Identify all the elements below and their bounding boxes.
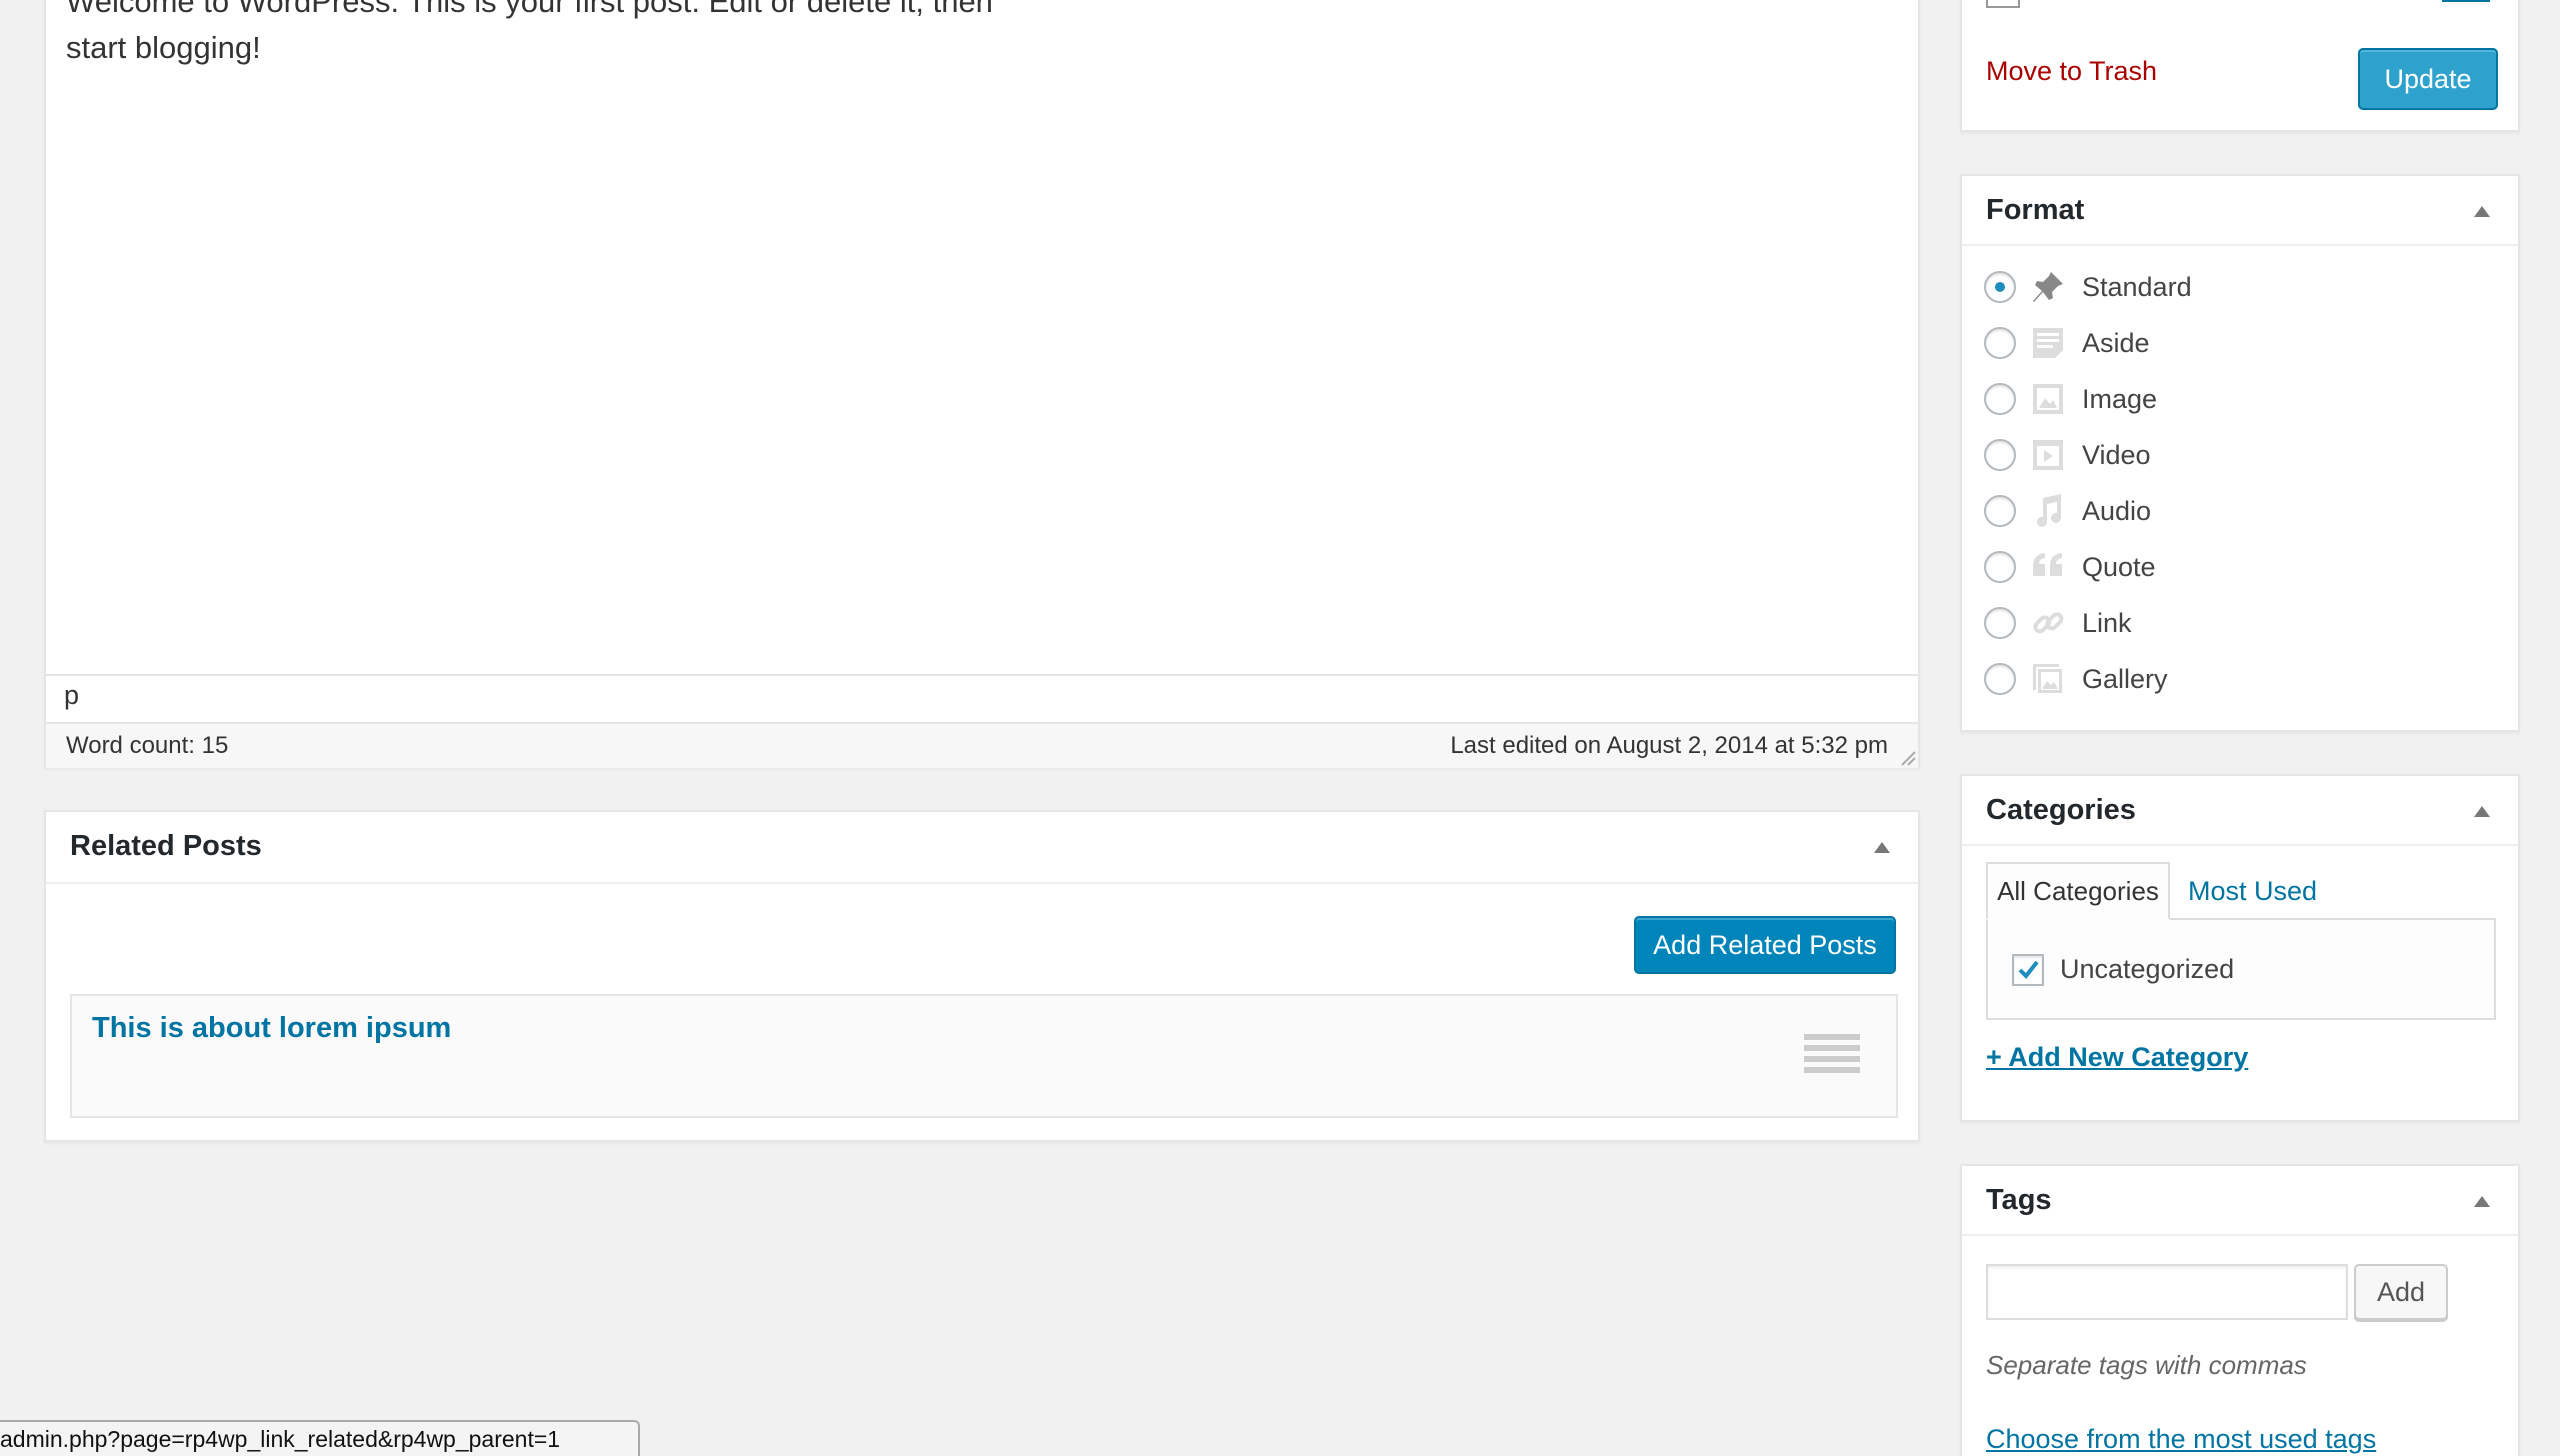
format-option-video[interactable]: Video xyxy=(1984,433,2151,477)
related-post-item[interactable]: This is about lorem ipsum xyxy=(70,994,1898,1118)
categories-box: Categories Uncategorized All Categories … xyxy=(1960,774,2520,1122)
related-posts-box: Related Posts Add Related Posts This is … xyxy=(44,810,1920,1142)
format-radio-standard[interactable] xyxy=(1984,271,2016,303)
tags-header[interactable]: Tags xyxy=(1962,1166,2518,1236)
add-tag-button[interactable]: Add xyxy=(2354,1264,2448,1320)
related-posts-header[interactable]: Related Posts xyxy=(46,812,1918,884)
editor-content-line-2: start blogging! xyxy=(66,30,261,65)
video-icon xyxy=(2030,437,2066,473)
pin-icon xyxy=(2030,269,2066,305)
add-related-posts-button[interactable]: Add Related Posts xyxy=(1634,916,1896,974)
format-title: Format xyxy=(1986,194,2085,226)
format-option-gallery[interactable]: Gallery xyxy=(1984,657,2168,701)
format-option-quote[interactable]: Quote xyxy=(1984,545,2156,589)
tab-all-categories-label: All Categories xyxy=(1997,875,2159,906)
last-edited: Last edited on August 2, 2014 at 5:32 pm xyxy=(1450,732,1888,759)
resize-handle-icon[interactable] xyxy=(1898,748,1916,766)
toggle-arrow-icon[interactable] xyxy=(2474,1196,2490,1207)
category-checkbox[interactable] xyxy=(2012,954,2044,986)
link-icon xyxy=(2030,605,2066,641)
drag-handle-icon[interactable] xyxy=(1804,1034,1860,1074)
audio-icon xyxy=(2030,493,2066,529)
related-posts-title: Related Posts xyxy=(70,830,262,862)
format-label-quote: Quote xyxy=(2082,551,2156,582)
checkmark-icon xyxy=(2018,960,2039,980)
editor-content-line-1: Welcome to WordPress. This is your first… xyxy=(66,0,993,19)
add-new-category-link[interactable]: + Add New Category xyxy=(1986,1042,2248,1073)
status-url-text: admin.php?page=rp4wp_link_related&rp4wp_… xyxy=(0,1426,561,1452)
format-radio-aside[interactable] xyxy=(1984,327,2016,359)
tags-title: Tags xyxy=(1986,1184,2052,1216)
format-label-standard: Standard xyxy=(2082,271,2192,302)
format-label-image: Image xyxy=(2082,383,2158,414)
post-editor: Welcome to WordPress. This is your first… xyxy=(44,0,1920,768)
categories-title: Categories xyxy=(1986,794,2136,826)
tags-box: Tags Add Separate tags with commas Choos… xyxy=(1960,1164,2520,1456)
format-option-image[interactable]: Image xyxy=(1984,377,2157,421)
aside-icon xyxy=(2030,325,2066,361)
format-radio-image[interactable] xyxy=(1984,383,2016,415)
publish-box: Move to Trash Update xyxy=(1960,0,2520,132)
format-option-audio[interactable]: Audio xyxy=(1984,489,2151,533)
format-radio-quote[interactable] xyxy=(1984,551,2016,583)
edit-link-underline xyxy=(2442,0,2490,2)
gallery-icon xyxy=(2030,661,2066,697)
categories-tab-panel: Uncategorized xyxy=(1986,918,2496,1020)
format-option-standard[interactable]: Standard xyxy=(1984,265,2192,309)
toggle-arrow-icon[interactable] xyxy=(1874,842,1890,853)
choose-most-used-tags-link[interactable]: Choose from the most used tags xyxy=(1986,1424,2376,1455)
calendar-icon xyxy=(1986,0,2020,8)
word-count: Word count: 15 xyxy=(66,732,229,759)
format-radio-link[interactable] xyxy=(1984,607,2016,639)
format-label-video: Video xyxy=(2082,439,2151,470)
toggle-arrow-icon[interactable] xyxy=(2474,206,2490,217)
format-label-audio: Audio xyxy=(2082,495,2152,526)
tags-input[interactable] xyxy=(1986,1264,2348,1320)
image-icon xyxy=(2030,381,2066,417)
categories-header[interactable]: Categories xyxy=(1962,776,2518,846)
related-post-title[interactable]: This is about lorem ipsum xyxy=(92,1012,451,1045)
move-to-trash-link[interactable]: Move to Trash xyxy=(1986,56,2157,87)
category-label: Uncategorized xyxy=(2060,954,2235,984)
browser-status-url: admin.php?page=rp4wp_link_related&rp4wp_… xyxy=(0,1420,640,1456)
toggle-arrow-icon[interactable] xyxy=(2474,806,2490,817)
tab-most-used[interactable]: Most Used xyxy=(2188,876,2317,907)
format-header[interactable]: Format xyxy=(1962,176,2518,246)
format-radio-video[interactable] xyxy=(1984,439,2016,471)
tab-all-categories[interactable]: All Categories xyxy=(1986,862,2170,920)
format-option-aside[interactable]: Aside xyxy=(1984,321,2150,365)
update-button[interactable]: Update xyxy=(2358,48,2498,110)
publish-partial-row xyxy=(1986,0,2506,8)
format-radio-audio[interactable] xyxy=(1984,495,2016,527)
quote-icon xyxy=(2030,549,2066,585)
format-radio-gallery[interactable] xyxy=(1984,663,2016,695)
format-label-gallery: Gallery xyxy=(2082,663,2168,694)
tags-help-text: Separate tags with commas xyxy=(1986,1350,2307,1380)
editor-status-bar: Word count: 15 Last edited on August 2, … xyxy=(46,722,1918,768)
editor-path-bar: p xyxy=(46,674,1918,722)
format-label-link: Link xyxy=(2082,607,2132,638)
editor-path[interactable]: p xyxy=(64,680,79,711)
format-option-link[interactable]: Link xyxy=(1984,601,2132,645)
format-label-aside: Aside xyxy=(2082,327,2150,358)
editor-content[interactable]: Welcome to WordPress. This is your first… xyxy=(46,0,1918,674)
